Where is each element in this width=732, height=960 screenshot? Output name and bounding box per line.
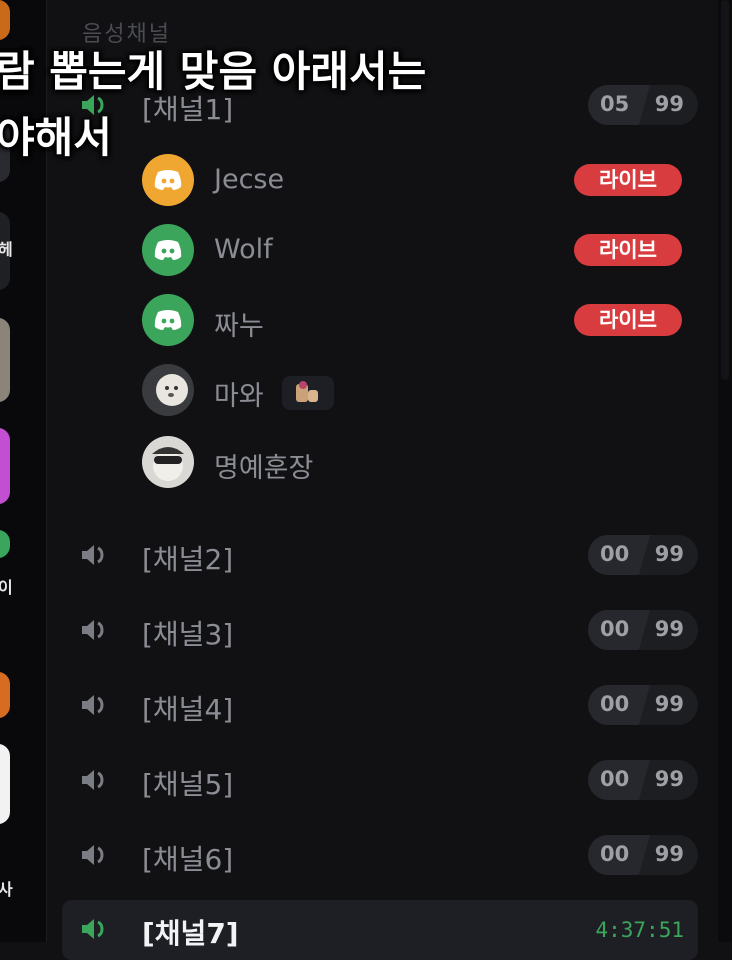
channel-list: 음성채널 [채널1] 05 99 Jecse 라이브 Wolf 라이브 짜누 라… (46, 0, 718, 960)
discord-logo-icon (142, 154, 194, 206)
channel-name: [채널7] (142, 917, 239, 950)
user-count-badge: 05 99 (588, 85, 698, 125)
user-count-badge: 00 99 (588, 835, 698, 875)
voice-channel-4[interactable]: [채널4] 00 99 (62, 676, 698, 732)
user-count-current: 00 (600, 617, 630, 641)
server-label: 헤 (0, 240, 13, 259)
live-badge: 라이브 (574, 234, 682, 266)
user-count-max: 99 (654, 617, 684, 641)
live-badge: 라이브 (574, 304, 682, 336)
caption-line-1: 람 뽑는게 맞음 아래서는 (0, 47, 427, 96)
voice-member[interactable]: Jecse 라이브 (142, 152, 682, 208)
voice-member[interactable]: Wolf 라이브 (142, 222, 682, 278)
voice-member[interactable]: 마와 (142, 362, 682, 418)
user-count-max: 99 (654, 842, 684, 866)
channel-name: [채널2] (142, 543, 234, 576)
channel-name: [채널5] (142, 768, 234, 801)
voice-channel-6[interactable]: [채널6] 00 99 (62, 826, 698, 882)
member-name: 명예훈장 (214, 453, 314, 484)
user-count-max: 99 (654, 92, 684, 116)
scroll-thumb[interactable] (721, 0, 729, 380)
speaker-icon (82, 545, 104, 565)
user-count-badge: 00 99 (588, 535, 698, 575)
member-name: Jecse (214, 164, 285, 195)
speaker-icon (82, 919, 104, 939)
user-count-max: 99 (654, 767, 684, 791)
speaker-icon (82, 770, 104, 790)
discord-logo-icon (142, 294, 194, 346)
voice-channel-2[interactable]: [채널2] 00 99 (62, 526, 698, 582)
user-count-current: 05 (600, 92, 630, 116)
server-icon[interactable] (0, 318, 10, 402)
server-label: 사 (0, 880, 13, 899)
photo-avatar (142, 364, 194, 416)
user-count-current: 00 (600, 692, 630, 716)
user-count-current: 00 (600, 767, 630, 791)
voice-channel-7[interactable]: [채널7] 4:37:51 (62, 900, 698, 960)
member-name: 마와 (214, 381, 264, 412)
speaker-icon (82, 695, 104, 715)
server-icon[interactable] (0, 428, 10, 504)
voice-channel-3[interactable]: [채널3] 00 99 (62, 601, 698, 657)
server-icon[interactable] (0, 672, 10, 718)
channel-name: [채널3] (142, 618, 234, 651)
member-name: 짜누 (214, 311, 264, 342)
voice-channel-5[interactable]: [채널5] 00 99 (62, 751, 698, 807)
speaker-icon (82, 845, 104, 865)
server-label: 이 (0, 578, 13, 597)
channel-name: [채널6] (142, 843, 234, 876)
server-icon[interactable] (0, 744, 10, 824)
server-icon[interactable] (0, 0, 10, 40)
voice-member[interactable]: 짜누 라이브 (142, 292, 682, 348)
photo-avatar (142, 436, 194, 488)
user-count-badge: 00 99 (588, 760, 698, 800)
user-count-badge: 00 99 (588, 685, 698, 725)
scrollbar[interactable] (718, 0, 732, 942)
emoji-status-icon (282, 376, 334, 410)
member-name: Wolf (214, 234, 273, 265)
user-count-current: 00 (600, 842, 630, 866)
caption-line-2: 야해서 (0, 113, 112, 162)
channel-name: [채널4] (142, 693, 234, 726)
user-count-max: 99 (654, 542, 684, 566)
voice-member[interactable]: 명예훈장 (142, 434, 682, 490)
call-duration: 4:37:51 (595, 918, 684, 942)
discord-logo-icon (142, 224, 194, 276)
live-badge: 라이브 (574, 164, 682, 196)
server-icon[interactable] (0, 530, 10, 558)
user-count-badge: 00 99 (588, 610, 698, 650)
speaker-icon (82, 620, 104, 640)
user-count-max: 99 (654, 692, 684, 716)
user-count-current: 00 (600, 542, 630, 566)
